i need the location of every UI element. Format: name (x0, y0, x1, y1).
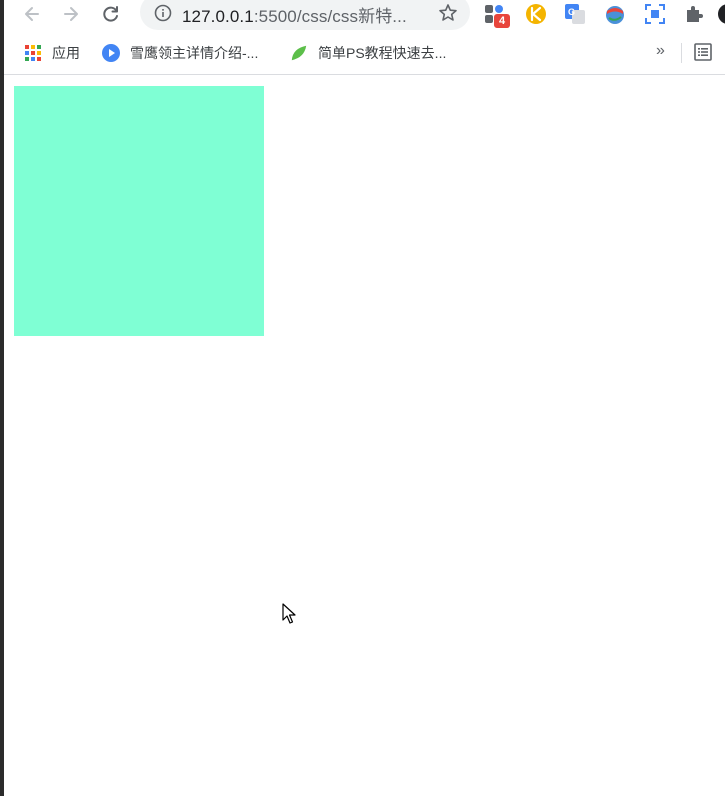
k-extension-icon (526, 4, 546, 24)
svg-text:G: G (568, 7, 575, 17)
extension-screenshot-button[interactable] (643, 2, 667, 26)
address-bar[interactable]: 127.0.0.1:5500/css/css新特... (140, 0, 470, 30)
leaf-icon (290, 44, 308, 62)
avatar-icon (718, 4, 725, 24)
screenshot-icon (645, 4, 665, 24)
back-button[interactable] (18, 0, 46, 28)
reading-list-button[interactable] (694, 43, 712, 66)
play-circle-icon (102, 44, 120, 62)
extension-tabs-button[interactable]: 4 (482, 2, 510, 28)
browser-toolbar: 127.0.0.1:5500/css/css新特... 4 G (4, 0, 725, 30)
bookmark-star-icon[interactable] (438, 3, 458, 28)
puzzle-icon (687, 6, 703, 22)
apps-grid-icon (24, 44, 42, 62)
back-arrow-icon (25, 7, 39, 21)
bookmarks-overflow-button[interactable]: » (656, 42, 665, 60)
extension-badge: 4 (494, 14, 510, 28)
bookmark-xueying[interactable]: 雪鹰领主详情介绍-... (102, 42, 258, 64)
extension-translate-button[interactable]: G (563, 2, 587, 26)
extension-k-button[interactable] (524, 2, 548, 26)
extensions-menu-button[interactable] (682, 2, 706, 26)
bookmark-label: 雪鹰领主详情介绍-... (130, 45, 259, 61)
profile-avatar[interactable] (716, 2, 725, 26)
globe-extension-icon (606, 6, 624, 24)
translate-icon: G (565, 4, 585, 24)
forward-button[interactable] (57, 0, 85, 28)
mouse-cursor-icon (282, 603, 296, 630)
url-text[interactable]: 127.0.0.1:5500/css/css新特... (182, 2, 407, 27)
bookmarks-bar: 应用 雪鹰领主详情介绍-... 简单PS教程快速去... » (4, 32, 725, 75)
forward-arrow-icon (64, 7, 78, 21)
aquamarine-box (14, 86, 264, 336)
reload-icon (103, 6, 118, 22)
reading-list-icon (694, 43, 712, 61)
bookmark-apps[interactable]: 应用 (24, 42, 80, 64)
extension-globe-button[interactable] (603, 2, 627, 26)
bookmark-ps-tutorial[interactable]: 简单PS教程快速去... (290, 42, 446, 64)
bookmark-label: 应用 (52, 45, 80, 61)
browser-window: 127.0.0.1:5500/css/css新特... 4 G 应用 雪鹰领主详… (0, 0, 725, 796)
reload-button[interactable] (97, 0, 125, 28)
bookmark-label: 简单PS教程快速去... (318, 45, 447, 61)
url-host: 127.0.0.1 (182, 7, 254, 26)
site-info-icon[interactable] (154, 4, 172, 27)
page-content (4, 75, 725, 796)
url-path: :5500/css/css新特... (253, 7, 407, 26)
bookmarks-divider (681, 43, 682, 63)
